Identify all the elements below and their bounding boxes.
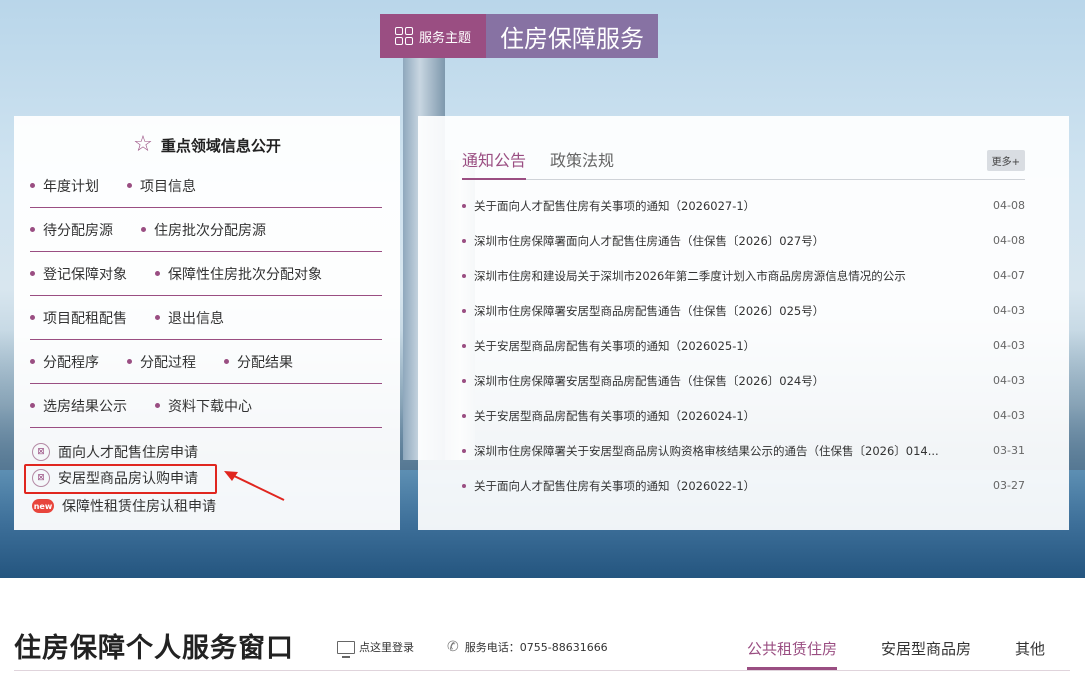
news-date: 04-03 — [993, 339, 1025, 352]
news-item[interactable]: 深圳市住房保障署关于安居型商品房认购资格审核结果公示的通告（住保售〔2026〕0… — [462, 433, 1025, 468]
news-date: 03-31 — [993, 444, 1025, 457]
login-label: 点这里登录 — [359, 641, 414, 654]
tab-affordable-housing[interactable]: 安居型商品房 — [881, 638, 971, 670]
nav-exit-info[interactable]: 退出信息 — [155, 308, 224, 328]
apply-rental-housing-link[interactable]: new 保障性租赁住房认租申请 — [32, 496, 216, 516]
bullet-icon — [462, 378, 466, 383]
bullet-icon — [462, 308, 466, 313]
apply-icon: ⊠ — [32, 469, 50, 487]
more-button[interactable]: 更多+ — [986, 150, 1025, 171]
news-title: 关于安居型商品房配售有关事项的通知（2026024-1） — [474, 408, 756, 423]
news-list: 关于面向人才配售住房有关事项的通知（2026027-1） 04-08 深圳市住房保… — [462, 188, 1025, 503]
news-date: 04-03 — [993, 304, 1025, 317]
nav-allocation-process[interactable]: 分配过程 — [127, 352, 196, 372]
news-tabs: 通知公告 政策法规 — [462, 150, 1025, 180]
bullet-icon — [462, 448, 466, 453]
news-item[interactable]: 关于面向人才配售住房有关事项的通知（2026027-1） 04-08 — [462, 188, 1025, 223]
news-item[interactable]: 深圳市住房保障署安居型商品房配售通告（住保售〔2026〕025号） 04-03 — [462, 293, 1025, 328]
nav-registered-objects[interactable]: 登记保障对象 — [30, 264, 127, 284]
nav-allocation-result[interactable]: 分配结果 — [224, 352, 293, 372]
apply-label: 保障性租赁住房认租申请 — [62, 499, 216, 515]
news-date: 03-27 — [993, 479, 1025, 492]
news-title: 深圳市住房保障署安居型商品房配售通告（住保售〔2026〕025号） — [474, 303, 825, 318]
news-date: 04-03 — [993, 374, 1025, 387]
news-item[interactable]: 深圳市住房保障署安居型商品房配售通告（住保售〔2026〕024号） 04-03 — [462, 363, 1025, 398]
section-title: 住房保障个人服务窗口 — [14, 633, 294, 664]
news-item[interactable]: 深圳市住房保障署面向人才配售住房通告（住保售〔2026〕027号） 04-08 — [462, 223, 1025, 258]
bullet-icon — [462, 238, 466, 243]
bullet-icon — [462, 203, 466, 208]
apply-label: 面向人才配售住房申请 — [58, 445, 198, 461]
phone-label: 服务电话：0755-88631666 — [464, 641, 608, 654]
tab-public-rental[interactable]: 公共租赁住房 — [747, 638, 838, 670]
divider — [14, 670, 1070, 671]
news-title: 深圳市住房保障署面向人才配售住房通告（住保售〔2026〕027号） — [474, 233, 825, 248]
phone-icon: ✆ — [447, 639, 459, 655]
news-panel: 通知公告 政策法规 更多+ 关于面向人才配售住房有关事项的通知（2026027-… — [418, 116, 1069, 530]
nav-allocation-procedure[interactable]: 分配程序 — [30, 352, 99, 372]
grid-icon — [394, 27, 413, 45]
service-theme-badge[interactable]: 服务主题 — [380, 14, 486, 58]
focus-nav-row: 年度计划 项目信息 — [30, 164, 382, 208]
star-icon: ☆ — [133, 132, 153, 157]
focus-nav-row: 项目配租配售 退出信息 — [30, 296, 382, 340]
news-title: 深圳市住房和建设局关于深圳市2026年第二季度计划入市商品房房源信息情况的公示 — [474, 268, 906, 283]
news-item[interactable]: 关于安居型商品房配售有关事项的通知（2026024-1） 04-03 — [462, 398, 1025, 433]
focus-nav-row: 登记保障对象 保障性住房批次分配对象 — [30, 252, 382, 296]
nav-batch-housing[interactable]: 住房批次分配房源 — [141, 220, 266, 240]
focus-nav-row: 待分配房源 住房批次分配房源 — [30, 208, 382, 252]
nav-batch-objects[interactable]: 保障性住房批次分配对象 — [155, 264, 322, 284]
apply-label: 安居型商品房认购申请 — [58, 471, 198, 487]
focus-nav-row: 分配程序 分配过程 分配结果 — [30, 340, 382, 384]
focus-panel-title: 重点领域信息公开 — [160, 136, 281, 155]
login-link[interactable]: 点这里登录 — [337, 639, 414, 658]
focus-nav-row: 选房结果公示 资料下载中心 — [30, 384, 382, 428]
page-title: 住房保障服务 — [486, 14, 658, 58]
bullet-icon — [462, 273, 466, 278]
nav-pending-housing[interactable]: 待分配房源 — [30, 220, 113, 240]
nav-rent-sale[interactable]: 项目配租配售 — [30, 308, 127, 328]
tab-policies[interactable]: 政策法规 — [550, 150, 614, 180]
focus-panel-header: ☆ 重点领域信息公开 — [14, 134, 400, 156]
apply-icon: ⊠ — [32, 443, 50, 461]
news-title: 深圳市住房保障署关于安居型商品房认购资格审核结果公示的通告（住保售〔2026〕0… — [474, 443, 939, 458]
nav-selection-result[interactable]: 选房结果公示 — [30, 396, 127, 416]
new-badge-icon: new — [32, 499, 54, 513]
bullet-icon — [462, 483, 466, 488]
news-item[interactable]: 深圳市住房和建设局关于深圳市2026年第二季度计划入市商品房房源信息情况的公示 0… — [462, 258, 1025, 293]
nav-project-info[interactable]: 项目信息 — [127, 176, 196, 196]
tab-other[interactable]: 其他 — [1015, 638, 1045, 670]
monitor-icon — [337, 640, 355, 658]
service-phone: ✆ 服务电话：0755-88631666 — [447, 639, 608, 655]
service-tabs: 公共租赁住房 安居型商品房 其他 — [747, 638, 1045, 670]
apply-affordable-housing-link[interactable]: ⊠ 安居型商品房认购申请 — [32, 468, 198, 488]
news-title: 关于安居型商品房配售有关事项的通知（2026025-1） — [474, 338, 756, 353]
nav-annual-plan[interactable]: 年度计划 — [30, 176, 99, 196]
bullet-icon — [462, 413, 466, 418]
news-title: 深圳市住房保障署安居型商品房配售通告（住保售〔2026〕024号） — [474, 373, 825, 388]
news-title: 关于面向人才配售住房有关事项的通知（2026027-1） — [474, 198, 756, 213]
personal-service-window: 住房保障个人服务窗口 点这里登录 ✆ 服务电话：0755-88631666 公共… — [0, 578, 1085, 682]
nav-download-center[interactable]: 资料下载中心 — [155, 396, 252, 416]
news-title: 关于面向人才配售住房有关事项的通知（2026022-1） — [474, 478, 756, 493]
tab-notices[interactable]: 通知公告 — [462, 150, 527, 180]
news-item[interactable]: 关于面向人才配售住房有关事项的通知（2026022-1） 03-27 — [462, 468, 1025, 503]
apply-talent-housing-link[interactable]: ⊠ 面向人才配售住房申请 — [32, 442, 198, 462]
theme-label: 服务主题 — [418, 30, 471, 46]
focus-info-panel: ☆ 重点领域信息公开 年度计划 项目信息 待分配房源 住房批次分配房源 登记保障… — [14, 116, 400, 530]
news-date: 04-03 — [993, 409, 1025, 422]
bullet-icon — [462, 343, 466, 348]
news-date: 04-08 — [993, 199, 1025, 212]
news-date: 04-08 — [993, 234, 1025, 247]
news-date: 04-07 — [993, 269, 1025, 282]
news-item[interactable]: 关于安居型商品房配售有关事项的通知（2026025-1） 04-03 — [462, 328, 1025, 363]
